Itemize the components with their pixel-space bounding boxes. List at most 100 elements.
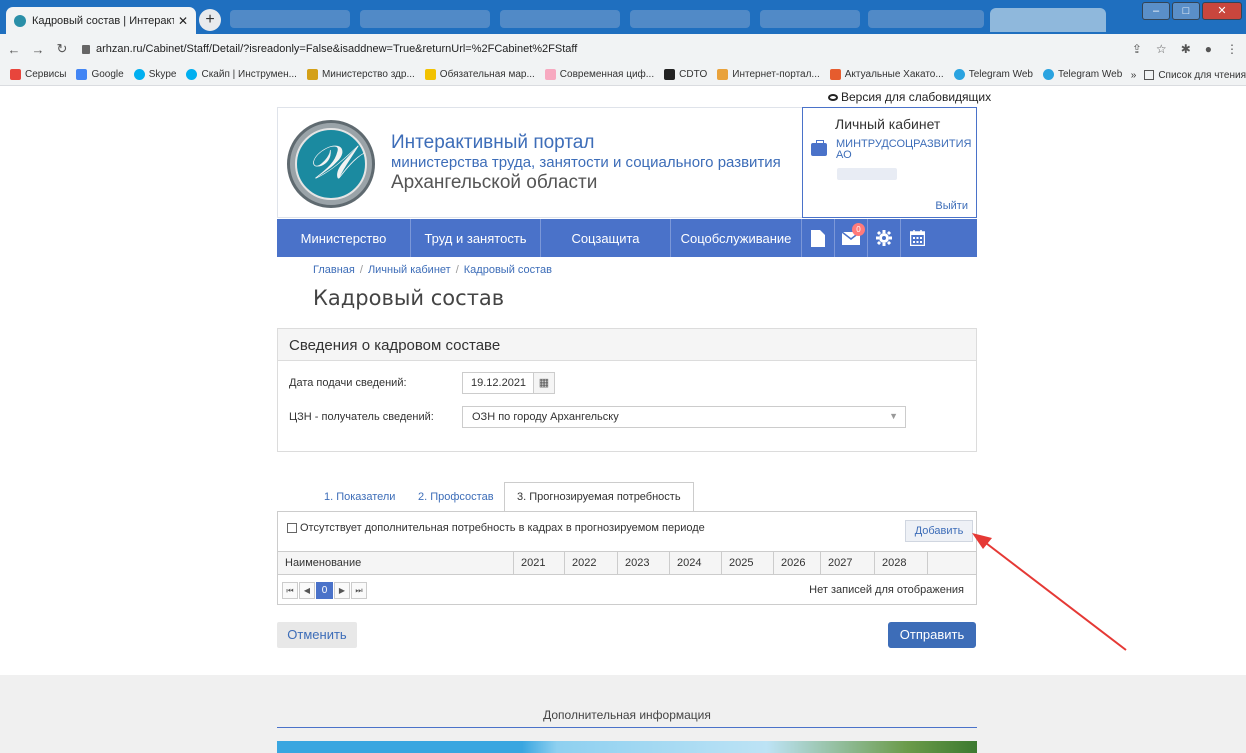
minimize-icon[interactable]: – [1142, 2, 1170, 20]
bookmark-item[interactable]: Telegram Web [1043, 69, 1122, 80]
nav-item-social-services[interactable]: Соцобслуживание [671, 219, 802, 257]
google-icon [76, 69, 88, 80]
column-header-2021[interactable]: 2021 [514, 552, 565, 574]
accessibility-link[interactable]: Версия для слабовидящих [828, 90, 991, 104]
current-page[interactable]: 0 [316, 582, 333, 599]
last-page-icon[interactable]: ⏭ [351, 582, 367, 599]
nav-item-social-protection[interactable]: Соцзащита [541, 219, 671, 257]
column-header-name[interactable]: Наименование [278, 552, 514, 574]
bookmark-label: Google [91, 69, 124, 80]
grid-header-row: Наименование 2021 2022 2023 2024 2025 20… [278, 551, 976, 575]
gear-icon[interactable] [868, 219, 901, 257]
bookmark-label: Современная циф... [559, 69, 655, 80]
breadcrumb-home[interactable]: Главная [313, 264, 355, 276]
skype-icon [186, 69, 198, 80]
url-field[interactable]: arhzan.ru/Cabinet/Staff/Detail/?isreadon… [82, 43, 577, 55]
nav-item-ministry[interactable]: Министерство [277, 219, 411, 257]
bookmark-item[interactable]: Современная циф... [544, 69, 655, 80]
breadcrumb-current[interactable]: Кадровый состав [464, 264, 552, 276]
next-page-icon[interactable]: ▶ [334, 582, 350, 599]
bookmarks-bar: Сервисы Google Skype Скайп | Инструмен..… [0, 64, 1246, 86]
checkbox-box[interactable] [287, 523, 297, 533]
tab-indicators[interactable]: 1. Показатели [324, 482, 395, 511]
column-header-2024[interactable]: 2024 [670, 552, 722, 574]
submit-button[interactable]: Отправить [888, 622, 976, 648]
telegram-icon [953, 69, 965, 80]
site-favicon-icon [14, 14, 26, 27]
close-window-icon[interactable]: ✕ [1202, 2, 1242, 20]
browser-tab-blurred[interactable] [760, 10, 860, 28]
tab-forecast-demand[interactable]: 3. Прогнозируемая потребность [504, 482, 694, 512]
bookmark-label: Актуальные Хакато... [844, 69, 944, 80]
browser-tab-title: Кадровый состав | Интерактив [32, 14, 174, 27]
reading-list-icon [1144, 70, 1155, 80]
bookmark-item[interactable]: Обязательная мар... [424, 69, 535, 80]
bookmark-item[interactable]: Министерство здр... [306, 69, 415, 80]
bookmark-item[interactable]: Google [76, 69, 124, 80]
grid-pager: ⏮ ◀ 0 ▶ ⏭ Нет записей для отображения [278, 576, 976, 604]
column-header-2025[interactable]: 2025 [722, 552, 774, 574]
bookmark-item[interactable]: Сервисы [10, 69, 66, 80]
no-additional-demand-checkbox[interactable]: Отсутствует дополнительная потребность в… [287, 522, 705, 534]
bookmark-item[interactable]: CDTO [664, 69, 707, 80]
submission-date-input[interactable]: 19.12.2021 [462, 372, 534, 394]
czn-recipient-value: ОЗН по городу Архангельску [472, 411, 619, 423]
forward-icon[interactable]: → [28, 42, 48, 57]
submission-date-label: Дата подачи сведений: [289, 377, 407, 389]
telegram-icon [1043, 69, 1054, 80]
bookmark-icon [544, 69, 556, 80]
browser-tab-blurred[interactable] [630, 10, 750, 28]
extensions-icon[interactable]: ✱ [1181, 42, 1191, 56]
calendar-picker-icon[interactable]: ▦ [534, 372, 555, 394]
column-header-2028[interactable]: 2028 [875, 552, 928, 574]
column-header-2023[interactable]: 2023 [618, 552, 670, 574]
footer-banner-image[interactable] [277, 741, 977, 753]
add-button[interactable]: Добавить [905, 520, 973, 542]
document-icon[interactable] [802, 219, 835, 257]
page-title: Кадровый состав [313, 286, 505, 310]
cabinet-org-link[interactable]: МИНТРУДСОЦРАЗВИТИЯ АО [836, 139, 974, 161]
browser-tab-active[interactable]: Кадровый состав | Интерактив ✕ [6, 7, 196, 34]
breadcrumb-cabinet[interactable]: Личный кабинет [368, 264, 451, 276]
bookmark-item[interactable]: Актуальные Хакато... [829, 69, 944, 80]
mail-icon[interactable]: 0 [835, 219, 868, 257]
browser-tab-strip: Кадровый состав | Интерактив ✕ + – □ ✕ [0, 0, 1246, 34]
browser-tab-blurred[interactable] [360, 10, 490, 28]
browser-tab-blurred[interactable] [500, 10, 620, 28]
column-header-2027[interactable]: 2027 [821, 552, 875, 574]
ministry-icon [306, 69, 318, 80]
bookmark-item[interactable]: Telegram Web [953, 69, 1033, 80]
header-subtitle: министерства труда, занятости и социальн… [391, 154, 781, 171]
reading-list-button[interactable]: Список для чтения [1158, 70, 1246, 81]
close-tab-icon[interactable]: ✕ [178, 14, 188, 28]
cancel-button[interactable]: Отменить [277, 622, 357, 648]
back-icon[interactable]: ← [4, 42, 24, 57]
menu-icon[interactable]: ⋮ [1226, 42, 1238, 56]
staff-info-panel: Сведения о кадровом составе Дата подачи … [277, 328, 977, 452]
bookmarks-overflow-button[interactable]: » [1131, 70, 1137, 81]
bookmark-item[interactable]: Интернет-портал... [717, 69, 820, 80]
tab-prof-composition[interactable]: 2. Профсостав [418, 482, 494, 511]
calendar-icon[interactable] [901, 219, 934, 257]
prev-page-icon[interactable]: ◀ [299, 582, 315, 599]
bookmark-label: CDTO [679, 69, 708, 80]
reload-icon[interactable]: ↻ [52, 41, 72, 57]
bookmark-item[interactable]: Скайп | Инструмен... [186, 69, 297, 80]
browser-tab-blurred[interactable] [990, 8, 1106, 32]
logout-link[interactable]: Выйти [935, 200, 968, 212]
column-header-2026[interactable]: 2026 [774, 552, 821, 574]
column-header-2022[interactable]: 2022 [565, 552, 618, 574]
first-page-icon[interactable]: ⏮ [282, 582, 298, 599]
bookmark-item[interactable]: Skype [133, 69, 176, 80]
maximize-icon[interactable]: □ [1172, 2, 1200, 20]
browser-tab-blurred[interactable] [868, 10, 984, 28]
portal-logo[interactable] [287, 120, 375, 208]
nav-item-labor[interactable]: Труд и занятость [411, 219, 541, 257]
new-tab-button[interactable]: + [199, 9, 221, 31]
header-region: Архангельской области [391, 172, 598, 193]
share-icon[interactable]: ⇪ [1132, 42, 1142, 56]
czn-recipient-select[interactable]: ОЗН по городу Архангельску ▼ [462, 406, 906, 428]
browser-tab-blurred[interactable] [230, 10, 350, 28]
star-icon[interactable]: ☆ [1156, 42, 1167, 56]
profile-icon[interactable]: ● [1205, 42, 1212, 56]
